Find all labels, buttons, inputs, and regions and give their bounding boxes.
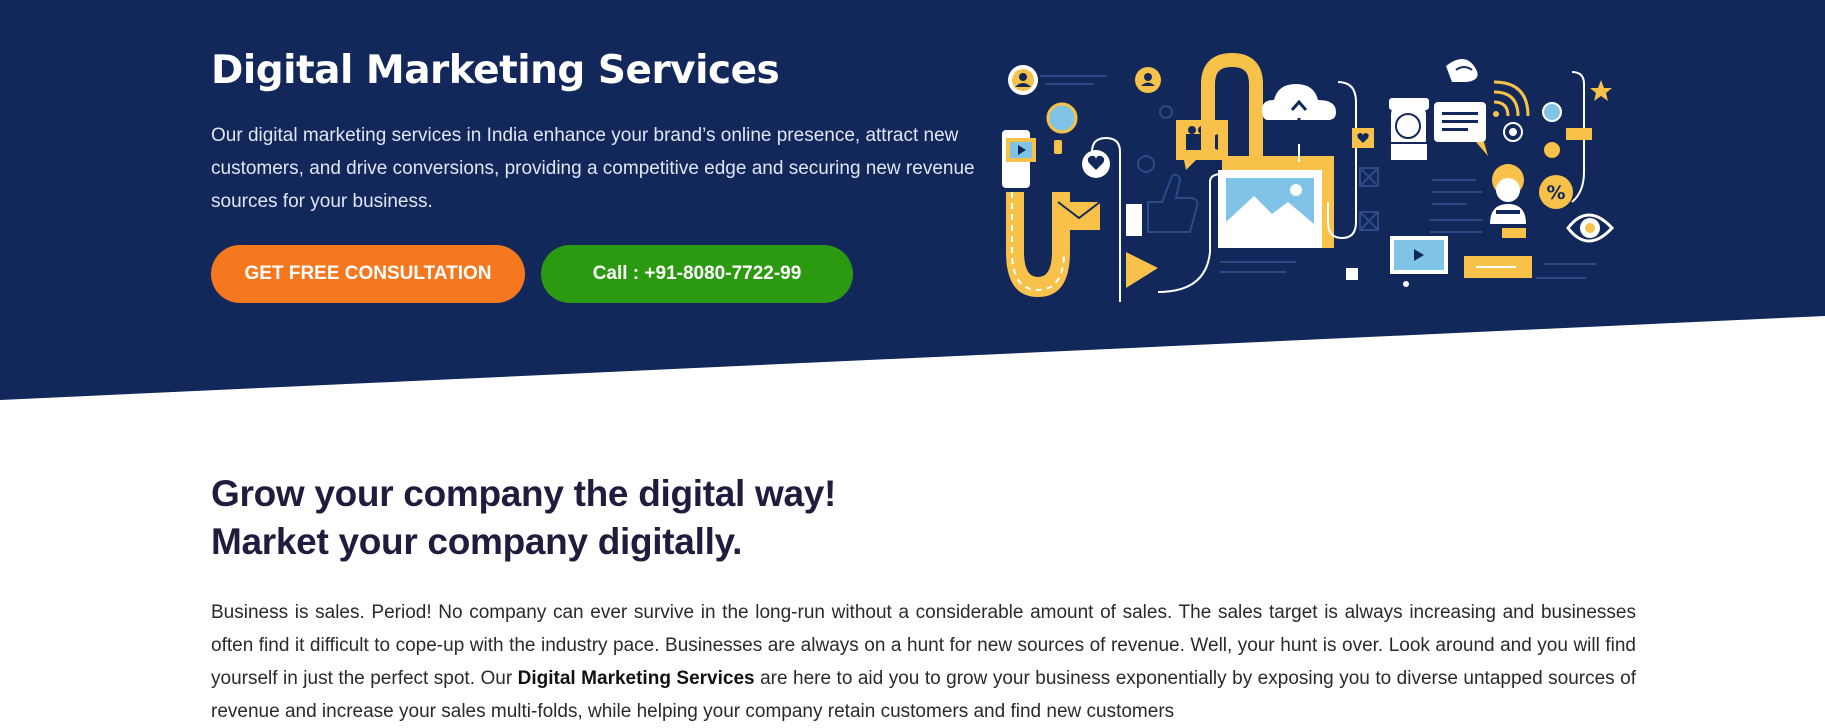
user-avatar-icon: [1008, 65, 1038, 95]
wifi-icon: [1493, 80, 1530, 117]
support-agent-icon: [1490, 164, 1526, 238]
eye-icon: [1566, 213, 1615, 243]
support-agent-icon: [1389, 98, 1429, 160]
free-consultation-button[interactable]: GET FREE CONSULTATION: [211, 245, 525, 303]
hero-buttons: GET FREE CONSULTATION Call : +91-8080-77…: [211, 245, 991, 303]
user-avatar-icon: [1135, 67, 1161, 93]
cloud-upload-icon: [1262, 84, 1336, 162]
hero-title: Digital Marketing Services: [211, 48, 780, 93]
play-icon: [1390, 236, 1448, 287]
intro-text-bold: Digital Marketing Services: [517, 668, 755, 689]
mail-icon: [1057, 201, 1101, 230]
hero-description: Our digital marketing services in India …: [211, 125, 975, 212]
play-icon: [1002, 130, 1036, 188]
intro-paragraph: Business is sales. Period! No company ca…: [211, 596, 1636, 728]
digital-marketing-illustration: %: [1002, 52, 1615, 302]
call-button[interactable]: Call : +91-8080-7722-99: [541, 245, 853, 303]
intro-title-line-2: Market your company digitally.: [211, 521, 743, 562]
chat-bubble-icon: [1434, 102, 1488, 156]
star-icon: [1590, 80, 1612, 101]
percent-icon: %: [1539, 175, 1573, 209]
intro-title-line-1: Grow your company the digital way!: [211, 473, 837, 514]
svg-text:%: %: [1546, 182, 1565, 204]
intro-title: Grow your company the digital way! Marke…: [211, 470, 1636, 566]
thumbs-up-icon: [1147, 173, 1199, 233]
hero-content: Digital Marketing Services Our digital m…: [211, 48, 991, 303]
image-icon: [1218, 156, 1334, 248]
intro-section: Grow your company the digital way! Marke…: [211, 470, 1636, 728]
